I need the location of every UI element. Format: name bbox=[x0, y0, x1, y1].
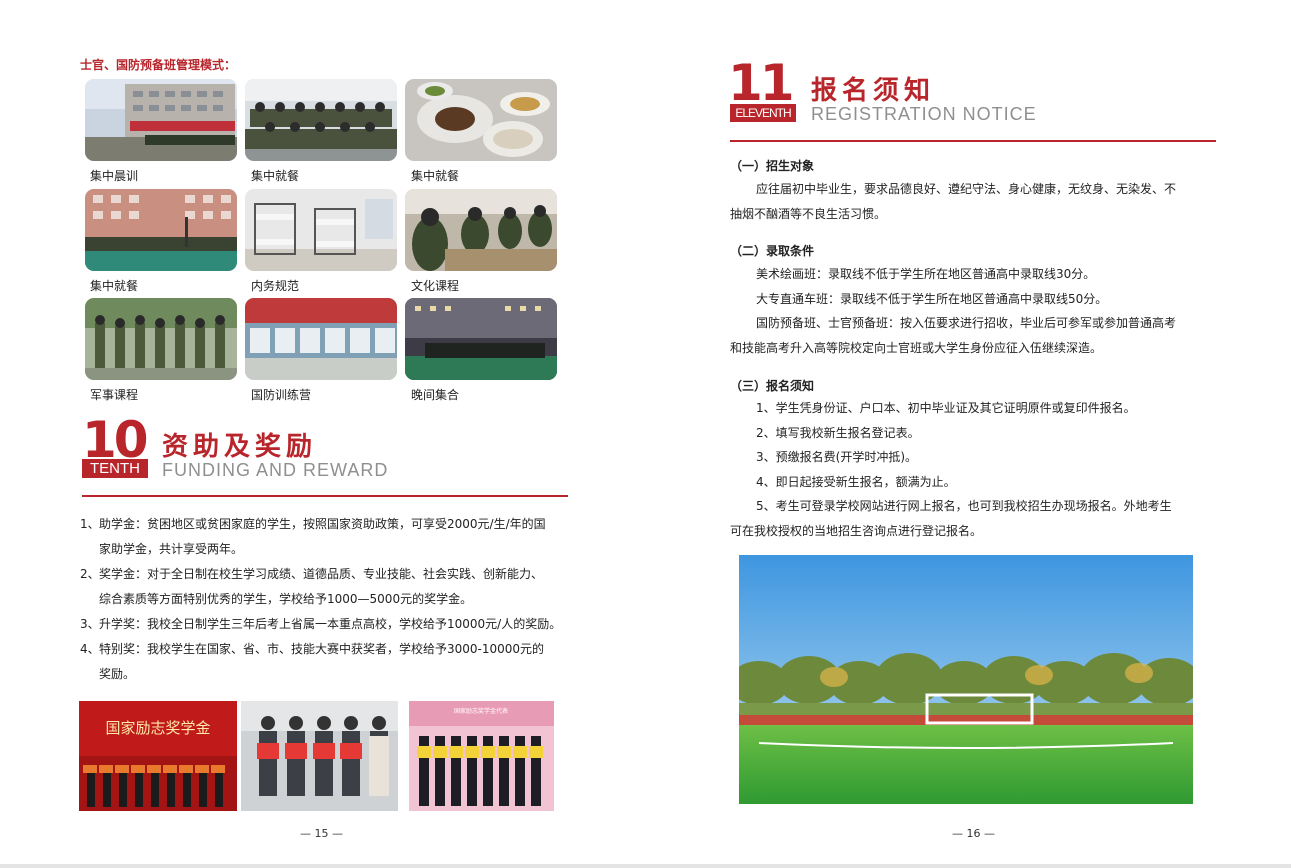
section-divider bbox=[730, 140, 1216, 142]
photo-caption: 集中就餐 bbox=[90, 279, 139, 293]
item-number: 2、 bbox=[80, 567, 100, 581]
photo-sports-field bbox=[739, 555, 1193, 804]
section-tag: TENTH bbox=[82, 459, 148, 478]
bottom-strip bbox=[0, 864, 1291, 868]
item-text: 助学金：贫困地区或贫困家庭的学生，按照国家资助政策，可享受2000元/生/年的国 bbox=[99, 517, 546, 531]
item-number: 1、 bbox=[80, 517, 100, 531]
funding-item-cont: 综合素质等方面特别优秀的学生，学校给予1000—5000元的奖学金。 bbox=[80, 587, 561, 612]
text-line: 3、预缴报名费(开学时冲抵)。 bbox=[756, 450, 917, 465]
section-number: 11 bbox=[728, 54, 795, 112]
photo-military-course bbox=[85, 298, 237, 380]
section-title-cn: 资助及奖励 bbox=[162, 432, 318, 462]
item-number: 4、 bbox=[80, 642, 100, 656]
funding-item-cont: 奖励。 bbox=[80, 662, 561, 687]
item-text: 奖学金：对于全日制在校生学习成绩、道德品质、专业技能、社会实践、创新能力、 bbox=[99, 567, 544, 581]
text-line: 应往届初中毕业生，要求品德良好、遵纪守法、身心健康，无纹身、无染发、不 bbox=[756, 182, 1177, 196]
paragraph: 应往届初中毕业生，要求品德良好、遵纪守法、身心健康，无纹身、无染发、不 抽烟不酗… bbox=[730, 177, 1210, 226]
funding-item: 1、 助学金：贫困地区或贫困家庭的学生，按照国家资助政策，可享受2000元/生/年… bbox=[80, 512, 561, 537]
photo-defense-camp bbox=[245, 298, 397, 380]
funding-item: 4、 特别奖：我校学生在国家、省、市、技能大赛中获奖者，学校给予3000-1000… bbox=[80, 637, 561, 662]
award-banner-text: 国家励志奖学金 bbox=[105, 719, 210, 737]
item-text: 综合素质等方面特别优秀的学生，学校给予1000—5000元的奖学金。 bbox=[99, 592, 473, 606]
item-text: 升学奖：我校全日制学生三年后考上省属一本重点高校，学校给予10000元/人的奖励… bbox=[99, 617, 562, 631]
section-title-en: REGISTRATION NOTICE bbox=[811, 104, 1037, 124]
photo-caption: 军事课程 bbox=[90, 388, 139, 402]
photo-evening-assembly bbox=[405, 298, 557, 380]
photo-caption: 集中晨训 bbox=[90, 169, 139, 183]
text-line: 1、学生凭身份证、户口本、初中毕业证及其它证明原件或复印件报名。 bbox=[756, 401, 1136, 415]
photo-morning-training bbox=[85, 79, 237, 161]
photo-caption: 文化课程 bbox=[411, 279, 460, 293]
section-title-en: FUNDING AND REWARD bbox=[162, 460, 389, 480]
page-number: — 15 — bbox=[300, 827, 343, 840]
photo-caption: 集中就餐 bbox=[411, 169, 460, 183]
text-line: 5、考生可登录学校网站进行网上报名，也可到我校招生办现场报名。外地考生 bbox=[756, 499, 1172, 514]
funding-item: 2、 奖学金：对于全日制在校生学习成绩、道德品质、专业技能、社会实践、创新能力、 bbox=[80, 562, 561, 587]
subsection-title: （二）录取条件 bbox=[730, 244, 815, 258]
funding-list: 1、 助学金：贫困地区或贫困家庭的学生，按照国家资助政策，可享受2000元/生/年… bbox=[80, 512, 561, 687]
text-line: 抽烟不酗酒等不良生活习惯。 bbox=[730, 206, 887, 221]
funding-item: 3、 升学奖：我校全日制学生三年后考上省属一本重点高校，学校给予10000元/人的… bbox=[80, 612, 561, 637]
item-text: 家助学金，共计享受两年。 bbox=[99, 542, 244, 556]
funding-item-cont: 家助学金，共计享受两年。 bbox=[80, 537, 561, 562]
section-number: 10 bbox=[82, 411, 149, 469]
page-number: — 16 — bbox=[952, 827, 995, 840]
paragraph: 美术绘画班：录取线不低于学生所在地区普通高中录取线30分。 大专直通车班：录取线… bbox=[730, 262, 1210, 360]
text-line: 可在我校授权的当地招生咨询点进行登记报名。 bbox=[730, 523, 983, 538]
photo-classroom bbox=[405, 189, 557, 271]
photo-caption: 集中就餐 bbox=[251, 169, 300, 183]
photo-dormitory bbox=[245, 189, 397, 271]
photo-caption: 国防训练营 bbox=[251, 388, 312, 402]
text-line: 2、填写我校新生报名登记表。 bbox=[756, 425, 920, 440]
item-text: 奖励。 bbox=[99, 667, 136, 681]
section-tag: ELEVENTH bbox=[730, 104, 796, 122]
left-page: 士官、国防预备班管理模式： 集中晨训 集中就餐 集中就餐 集中就餐 内务规范 文… bbox=[0, 0, 645, 868]
section-divider bbox=[82, 495, 568, 497]
photo-dining-1 bbox=[245, 79, 397, 161]
section-title-cn: 报名须知 bbox=[811, 76, 936, 106]
paragraph: 1、学生凭身份证、户口本、初中毕业证及其它证明原件或复印件报名。 2、填写我校新… bbox=[730, 396, 1210, 544]
text-line: 美术绘画班：录取线不低于学生所在地区普通高中录取线30分。 bbox=[756, 267, 1096, 281]
photo-dining-food bbox=[405, 79, 557, 161]
photo-caption: 内务规范 bbox=[251, 279, 300, 293]
photo-caption: 晚间集合 bbox=[411, 388, 460, 402]
text-line: 和技能高考升入高等院校定向士官班或大学生身份应征入伍继续深造。 bbox=[730, 340, 1103, 355]
photo-award-students bbox=[241, 701, 398, 811]
text-line: 国防预备班、士官预备班：按入伍要求进行招收，毕业后可参军或参加普通高考 bbox=[756, 316, 1177, 331]
item-number: 3、 bbox=[80, 617, 100, 631]
text-line: 大专直通车班：录取线不低于学生所在地区普通高中录取线50分。 bbox=[756, 291, 1108, 306]
photo-award-representatives: 国家励志奖学金代表 bbox=[409, 701, 554, 811]
photo-award-ceremony: 国家励志奖学金 bbox=[79, 701, 237, 811]
text-line: 4、即日起接受新生报名，额满为止。 bbox=[756, 474, 956, 489]
subsection-title: （三）报名须知 bbox=[730, 379, 815, 393]
subsection-title: （一）招生对象 bbox=[730, 159, 815, 173]
photo-dining-2 bbox=[85, 189, 237, 271]
item-text: 特别奖：我校学生在国家、省、市、技能大赛中获奖者，学校给予3000-10000元… bbox=[99, 642, 545, 656]
award-photo3-text: 国家励志奖学金代表 bbox=[454, 707, 508, 715]
management-title: 士官、国防预备班管理模式： bbox=[80, 58, 237, 72]
